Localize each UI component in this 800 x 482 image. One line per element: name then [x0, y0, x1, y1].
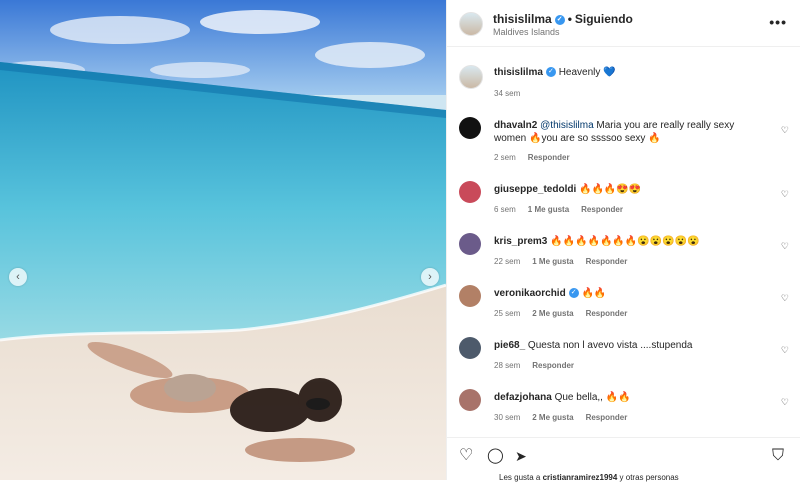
following-button[interactable]: Siguiendo: [575, 12, 633, 26]
comment-timestamp[interactable]: 30 sem: [494, 413, 520, 422]
likes-prefix: Les gusta a: [499, 473, 543, 482]
likes-user[interactable]: cristianramirez1994: [543, 473, 618, 482]
comment-likes-count[interactable]: 1 Me gusta: [528, 205, 569, 214]
caption-avatar[interactable]: [459, 65, 483, 89]
comment-body: 🔥🔥🔥🔥🔥🔥🔥😮😮😮😮😮: [547, 236, 700, 247]
comment-timestamp[interactable]: 22 sem: [494, 257, 520, 266]
caption-username[interactable]: thisislilma: [494, 67, 543, 78]
reply-button[interactable]: Responder: [532, 361, 574, 370]
author-avatar[interactable]: [459, 12, 483, 36]
caption-text: thisislilma ✓ Heavenly 💙: [494, 67, 616, 78]
commenter-avatar[interactable]: [459, 233, 481, 255]
comment-like-heart-icon[interactable]: ♡: [781, 293, 789, 304]
like-heart-icon[interactable]: ♡: [459, 447, 473, 465]
comment-like-heart-icon[interactable]: ♡: [781, 397, 789, 408]
comment-body: Questa non l avevo vista ....stupenda: [525, 340, 693, 351]
author-line: thisislilma ✓ • Siguiendo: [493, 12, 633, 26]
commenter-avatar[interactable]: [459, 389, 481, 411]
comment-likes-count[interactable]: 1 Me gusta: [532, 257, 573, 266]
comment-like-heart-icon[interactable]: ♡: [781, 345, 789, 356]
comment-meta: 30 sem 2 Me gusta Responder: [494, 413, 639, 422]
commenter-username[interactable]: pie68_: [494, 340, 525, 351]
comment-text: pie68_ Questa non l avevo vista ....stup…: [494, 339, 762, 352]
likes-suffix: y otras personas: [617, 473, 679, 482]
share-send-icon[interactable]: ➤: [515, 447, 527, 465]
comment-meta: 22 sem 1 Me gusta Responder: [494, 257, 639, 266]
post-header: thisislilma ✓ • Siguiendo Maldives Islands …: [447, 0, 800, 47]
save-bookmark-icon[interactable]: ⛉: [772, 447, 784, 465]
commenter-username[interactable]: dhavaln2: [494, 120, 537, 131]
comment-text: defazjohana Que bella,, 🔥🔥: [494, 391, 762, 404]
reply-button[interactable]: Responder: [586, 413, 628, 422]
comment-text: kris_prem3 🔥🔥🔥🔥🔥🔥🔥😮😮😮😮😮: [494, 235, 762, 248]
commenter-username[interactable]: veronikaorchid: [494, 288, 566, 299]
commenter-avatar[interactable]: [459, 337, 481, 359]
comment-like-heart-icon[interactable]: ♡: [781, 241, 789, 252]
caption-timestamp[interactable]: 34 sem: [494, 89, 520, 98]
author-username[interactable]: thisislilma: [493, 12, 552, 26]
commenter-username[interactable]: defazjohana: [494, 392, 552, 403]
comment-body: 🔥🔥: [578, 288, 607, 299]
reply-button[interactable]: Responder: [586, 309, 628, 318]
comment-timestamp[interactable]: 25 sem: [494, 309, 520, 318]
comment-timestamp[interactable]: 28 sem: [494, 361, 520, 370]
verified-icon: ✓: [545, 67, 556, 78]
commenter-avatar[interactable]: [459, 117, 481, 139]
comment-timestamp[interactable]: 6 sem: [494, 205, 516, 214]
comment-text: veronikaorchid ✓ 🔥🔥: [494, 287, 762, 300]
more-options-icon[interactable]: •••: [769, 14, 787, 30]
comment-likes-count[interactable]: 2 Me gusta: [532, 309, 573, 318]
reply-button[interactable]: Responder: [528, 153, 570, 162]
next-photo-button[interactable]: ›: [421, 268, 439, 286]
commenter-avatar[interactable]: [459, 285, 481, 307]
comment-body: 🔥🔥🔥😍😍: [576, 184, 642, 195]
chevron-right-icon: ›: [428, 271, 432, 283]
comment-timestamp[interactable]: 2 sem: [494, 153, 516, 162]
verified-icon: ✓: [554, 14, 565, 25]
commenter-avatar[interactable]: [459, 181, 481, 203]
comment-meta: 28 sem Responder: [494, 361, 586, 370]
comment-text: dhavaln2 @thisislilma Maria you are real…: [494, 119, 762, 145]
chevron-left-icon: ‹: [16, 271, 20, 283]
separator-dot: •: [567, 12, 572, 26]
comment-meta: 6 sem 1 Me gusta Responder: [494, 205, 635, 214]
post-location[interactable]: Maldives Islands: [493, 27, 560, 37]
beach-photo-illustration: [0, 0, 446, 480]
comment-text: giuseppe_tedoldi 🔥🔥🔥😍😍: [494, 183, 762, 196]
comment-meta: 25 sem 2 Me gusta Responder: [494, 309, 639, 318]
comment-like-heart-icon[interactable]: ♡: [781, 125, 789, 136]
comment-likes-count[interactable]: 2 Me gusta: [532, 413, 573, 422]
previous-photo-button[interactable]: ‹: [9, 268, 27, 286]
post-photo[interactable]: ‹ ›: [0, 0, 446, 480]
reply-button[interactable]: Responder: [581, 205, 623, 214]
comment-meta: 2 sem Responder: [494, 153, 582, 162]
comment-like-heart-icon[interactable]: ♡: [781, 189, 789, 200]
verified-icon: ✓: [568, 288, 579, 299]
instagram-post-view: ‹ › thisislilma ✓ • Siguiendo Maldives Isla…: [0, 0, 800, 482]
commenter-username[interactable]: kris_prem3: [494, 236, 547, 247]
comment-bubble-icon[interactable]: ◯: [487, 447, 504, 465]
comment-mention[interactable]: @thisislilma: [540, 120, 594, 131]
caption-body: Heavenly 💙: [558, 67, 616, 78]
comment-body: Que bella,, 🔥🔥: [551, 392, 631, 403]
post-side-panel: thisislilma ✓ • Siguiendo Maldives Islands …: [446, 0, 800, 482]
commenter-username[interactable]: giuseppe_tedoldi: [494, 184, 576, 195]
reply-button[interactable]: Responder: [586, 257, 628, 266]
likes-summary[interactable]: Les gusta a cristianramirez1994 y otras …: [499, 473, 679, 482]
